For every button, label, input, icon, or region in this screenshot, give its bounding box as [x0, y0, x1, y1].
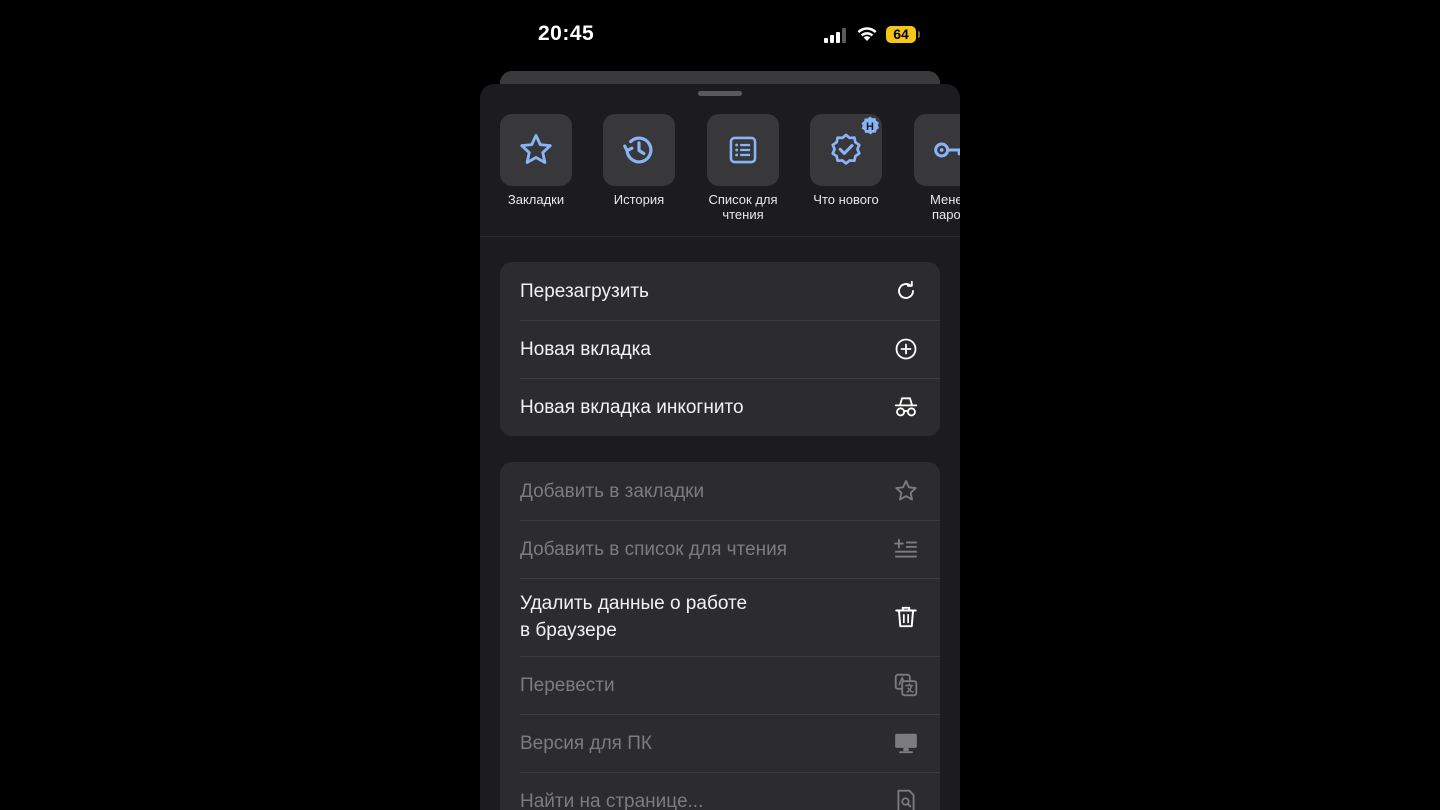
wifi-icon [856, 25, 878, 42]
menu-item-find-in-page[interactable]: Найти на странице... [500, 772, 940, 810]
translate-icon [892, 671, 920, 699]
menu-item-label: Новая вкладка инкогнито [520, 396, 744, 418]
find-in-page-icon [892, 787, 920, 810]
quick-action-bookmarks[interactable]: Закладки [484, 114, 588, 207]
menu-item-desktop-version[interactable]: Версия для ПК [500, 714, 940, 772]
menu-item-clear-browsing-data[interactable]: Удалить данные о работе в браузере [500, 578, 940, 656]
menu-item-add-reading-list[interactable]: Добавить в список для чтения [500, 520, 940, 578]
menu-group-page-actions: Добавить в закладки Добавить в список дл… [500, 462, 940, 810]
quick-action-label: Закладки [507, 192, 565, 207]
badge-letter: Н [866, 121, 874, 133]
phone-screen: 20:45 64 Закладки История Список для чте… [480, 0, 960, 810]
plus-circle-icon [892, 335, 920, 363]
new-badge: Н [858, 115, 882, 139]
sheet-grabber[interactable] [698, 91, 742, 96]
quick-action-tile[interactable] [603, 114, 675, 186]
menu-item-translate[interactable]: Перевести [500, 656, 940, 714]
menu-item-label: Добавить в закладки [520, 480, 705, 502]
quick-action-tile[interactable]: Н [810, 114, 882, 186]
section-divider [480, 236, 960, 237]
quick-action-label: История [613, 192, 665, 207]
history-icon [623, 136, 653, 164]
quick-action-tile[interactable] [707, 114, 779, 186]
menu-item-label: Новая вкладка [520, 338, 651, 360]
add-reading-list-icon [892, 535, 920, 563]
menu-item-new-incognito-tab[interactable]: Новая вкладка инкогнито [500, 378, 940, 436]
quick-action-password-manager[interactable]: Менед парол [898, 114, 960, 222]
quick-action-history[interactable]: История [587, 114, 691, 207]
reading-list-icon [729, 136, 757, 164]
quick-action-label: Менед парол [930, 192, 960, 222]
reload-icon [892, 277, 920, 305]
menu-item-label: Перезагрузить [520, 280, 649, 302]
quick-action-label: Что нового [813, 192, 879, 207]
cellular-signal-icon [824, 28, 850, 43]
trash-icon [892, 603, 920, 631]
menu-item-label: Найти на странице... [520, 790, 704, 810]
quick-action-tile[interactable] [914, 114, 960, 186]
menu-item-reload[interactable]: Перезагрузить [500, 262, 940, 320]
quick-action-whats-new[interactable]: Н Что нового [794, 114, 898, 207]
menu-item-label: Перевести [520, 674, 615, 696]
menu-item-add-bookmark[interactable]: Добавить в закладки [500, 462, 940, 520]
menu-sheet: Закладки История Список для чтения Н Что… [480, 84, 960, 810]
quick-action-tile[interactable] [500, 114, 572, 186]
quick-actions-row: Закладки История Список для чтения Н Что… [480, 114, 960, 236]
desktop-icon [892, 729, 920, 757]
incognito-icon [892, 393, 920, 421]
menu-item-label: Удалить данные о работе в браузере [520, 593, 748, 641]
star-icon [520, 134, 552, 164]
quick-action-label: Список для чтения [708, 192, 778, 222]
menu-item-label: Добавить в список для чтения [520, 538, 787, 560]
status-time: 20:45 [538, 22, 595, 45]
key-icon [934, 142, 960, 158]
quick-action-reading-list[interactable]: Список для чтения [691, 114, 795, 222]
menu-group-primary: Перезагрузить Новая вкладка Новая вкладк… [500, 262, 940, 436]
menu-item-new-tab[interactable]: Новая вкладка [500, 320, 940, 378]
battery-indicator: 64 [886, 26, 920, 43]
menu-item-label: Версия для ПК [520, 732, 652, 754]
star-outline-icon [892, 477, 920, 505]
